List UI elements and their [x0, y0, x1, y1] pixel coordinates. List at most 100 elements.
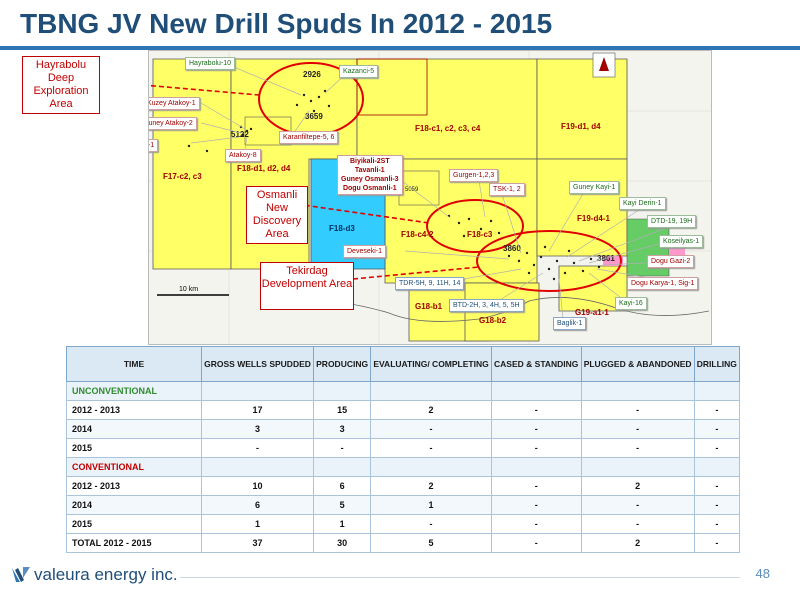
cell-drilling: -	[693, 495, 741, 515]
well-callout: Koseilyas-1	[659, 235, 704, 248]
area-callout-hayrabolu: Hayrabolu Deep Exploration Area	[22, 56, 100, 114]
cell-drilling: -	[693, 533, 741, 553]
section-label: CONVENTIONAL	[66, 457, 202, 477]
block-label: F18-c1, c2, c3, c4	[415, 124, 481, 133]
cell-gross-wells: 3	[200, 419, 315, 439]
total-row: TOTAL 2012 - 2015 37 30 5 - 2 -	[66, 533, 741, 553]
footer-rule	[180, 577, 740, 578]
well-callout: Gurgen-1,2,3	[449, 169, 499, 182]
cell-evaluating: 2	[370, 400, 492, 420]
table-row: 2012 - 2013 10 6 2 - 2 -	[66, 476, 741, 496]
cell-gross-wells: -	[200, 438, 315, 458]
section-row-unconventional: UNCONVENTIONAL	[66, 381, 741, 401]
row-label: 2012 - 2013	[66, 400, 202, 420]
well-callout: Guney Atakoy-2	[149, 117, 197, 130]
area-callout-osmanli: Osmanli New Discovery Area	[246, 186, 308, 244]
row-label: TOTAL 2012 - 2015	[66, 533, 202, 553]
cell-producing: 1	[313, 514, 372, 534]
cell-producing: 3	[313, 419, 372, 439]
table-row: 2015 - - - - - -	[66, 438, 741, 458]
company-logo-text: valeura energy inc.	[34, 565, 178, 584]
cell-plugged: 2	[580, 476, 695, 496]
block-label: F18-d1, d2, d4	[237, 164, 291, 173]
block-label: F18-c3	[467, 230, 493, 239]
column-header: PLUGGED & ABANDONED	[580, 346, 695, 382]
well-callout: Guney Karababa-1	[149, 139, 159, 152]
block-label: G19-a1-1	[575, 308, 609, 317]
cell-gross-wells: 37	[200, 533, 315, 553]
block-label: F18-c4-2	[401, 230, 434, 239]
cell-evaluating: -	[370, 419, 492, 439]
cell-cased: -	[490, 400, 582, 420]
well-callout: Karanfiltepe-5, 6	[279, 131, 339, 144]
cell-producing: -	[313, 438, 372, 458]
cell-drilling: -	[693, 514, 741, 534]
row-label: 2014	[66, 495, 202, 515]
cell-plugged: 2	[580, 533, 695, 553]
well-callout: Baglik-1	[553, 317, 587, 330]
cell-gross-wells: 1	[200, 514, 315, 534]
block-label: F19-d4-1	[577, 214, 610, 223]
block-g18-b2	[464, 282, 540, 342]
cell-plugged: -	[580, 438, 695, 458]
page-number: 48	[755, 566, 770, 581]
section-label: UNCONVENTIONAL	[66, 381, 202, 401]
table-header-row: TIME GROSS WELLS SPUDDED PRODUCING EVALU…	[66, 346, 741, 382]
block-f17-c2	[152, 58, 232, 270]
cell-producing: 5	[313, 495, 372, 515]
block-label: F19-d1, d4	[561, 122, 601, 131]
cell-gross-wells: 10	[200, 476, 315, 496]
cell-drilling: -	[693, 419, 741, 439]
cell-evaluating: 1	[370, 495, 492, 515]
well-callout: Biyikali-2ST Tavanli-1 Guney Osmanli-3 D…	[337, 155, 403, 195]
cell-cased: -	[490, 533, 582, 553]
column-header: DRILLING	[693, 346, 741, 382]
well-callout: Deveseki-1	[343, 245, 387, 258]
drill-spuds-table: TIME GROSS WELLS SPUDDED PRODUCING EVALU…	[66, 346, 741, 553]
well-callout: TDR-5H, 9, 11H, 14	[395, 277, 465, 290]
table-row: 2014 3 3 - - - -	[66, 419, 741, 439]
cell-cased: -	[490, 476, 582, 496]
cell-cased: -	[490, 419, 582, 439]
block-label: G18-b1	[415, 302, 443, 311]
cell-drilling: -	[693, 438, 741, 458]
cell-drilling: -	[693, 476, 741, 496]
cell-drilling: -	[693, 400, 741, 420]
section-row-conventional: CONVENTIONAL	[66, 457, 741, 477]
row-label: 2015	[66, 514, 202, 534]
block-number: 2926	[303, 70, 321, 79]
well-callout: Kayi-16	[615, 297, 647, 310]
block-label: F17-c2, c3	[163, 172, 202, 181]
well-callout: TSK-1, 2	[489, 183, 525, 196]
block-label: F18-d3	[329, 224, 355, 233]
cell-evaluating: -	[370, 514, 492, 534]
block-f19-d4	[536, 158, 628, 257]
well-callout: Dogu Karya-1, Sig-1	[627, 277, 699, 290]
column-header: EVALUATING/ COMPLETING	[370, 346, 492, 382]
cell-evaluating: 2	[370, 476, 492, 496]
valeura-logo-icon	[12, 567, 30, 582]
block-f18-c1	[356, 58, 538, 160]
license-map: F18-c1, c2, c3, c4 F19-d1, d4 F18-d1, d2…	[148, 50, 712, 345]
column-header: CASED & STANDING	[490, 346, 582, 382]
cell-cased: -	[490, 514, 582, 534]
well-callout: Kayi Derin-1	[619, 197, 666, 210]
cell-cased: -	[490, 438, 582, 458]
cell-plugged: -	[580, 419, 695, 439]
column-header: GROSS WELLS SPUDDED	[200, 346, 315, 382]
table-row: 2015 1 1 - - - -	[66, 514, 741, 534]
scale-label: 10 km	[179, 286, 198, 293]
cell-gross-wells: 17	[200, 400, 315, 420]
cell-evaluating: -	[370, 438, 492, 458]
row-label: 2014	[66, 419, 202, 439]
cell-cased: -	[490, 495, 582, 515]
cell-producing: 15	[313, 400, 372, 420]
cell-plugged: -	[580, 514, 695, 534]
well-callout: Kazanci-5	[339, 65, 379, 78]
cell-producing: 30	[313, 533, 372, 553]
well-callout: Kuzey Atakoy-1	[149, 97, 200, 110]
table-row: 2012 - 2013 17 15 2 - - -	[66, 400, 741, 420]
well-callout: Dogu Gazi-2	[647, 255, 695, 268]
column-header: TIME	[66, 346, 202, 382]
row-label: 2015	[66, 438, 202, 458]
